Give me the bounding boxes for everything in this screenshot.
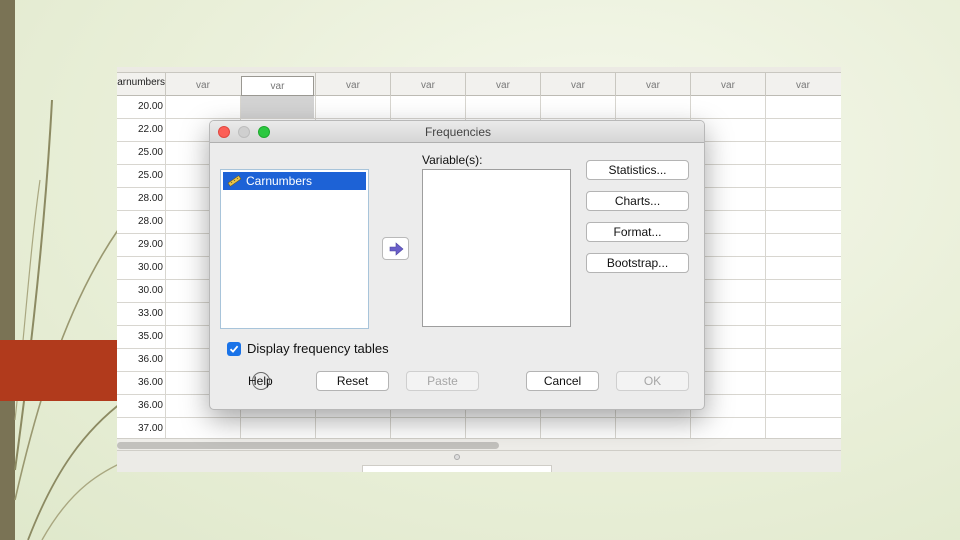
- carnumbers-cell[interactable]: 28.00: [117, 188, 163, 210]
- grid-column-line: [765, 96, 766, 438]
- carnumbers-cell[interactable]: 29.00: [117, 234, 163, 256]
- column-header-var-5[interactable]: var: [465, 73, 540, 96]
- grid-column-line: [165, 96, 166, 438]
- carnumbers-cell[interactable]: 36.00: [117, 372, 163, 394]
- dialog-titlebar: Frequencies: [210, 121, 704, 143]
- carnumbers-cell[interactable]: 30.00: [117, 257, 163, 279]
- paste-button: Paste: [406, 371, 479, 391]
- carnumbers-cell[interactable]: 35.00: [117, 326, 163, 348]
- splitter-handle[interactable]: [454, 454, 460, 460]
- column-header-carnumbers[interactable]: Carnumbers: [117, 73, 165, 96]
- slide-accent-tab: [0, 340, 117, 401]
- statistics-button[interactable]: Statistics...: [586, 160, 689, 180]
- scrollbar-thumb[interactable]: [117, 442, 499, 449]
- carnumbers-cell[interactable]: 30.00: [117, 280, 163, 302]
- column-header-var-9[interactable]: var: [765, 73, 840, 96]
- carnumbers-cell[interactable]: 22.00: [117, 119, 163, 141]
- view-tabs-bar: [117, 450, 841, 472]
- dialog-title: Frequencies: [424, 125, 492, 139]
- carnumbers-cell[interactable]: 28.00: [117, 211, 163, 233]
- column-header-var-2[interactable]: var: [241, 76, 314, 96]
- frequencies-dialog: Frequencies Carnumbers Variable(s): Stat…: [209, 120, 705, 410]
- column-header-var-6[interactable]: var: [540, 73, 615, 96]
- arrow-right-icon: [389, 242, 404, 256]
- cancel-button[interactable]: Cancel: [526, 371, 599, 391]
- source-item-label: Carnumbers: [246, 174, 313, 188]
- carnumbers-cell[interactable]: 25.00: [117, 165, 163, 187]
- source-item-carnumbers[interactable]: Carnumbers: [223, 172, 366, 190]
- reset-button[interactable]: Reset: [316, 371, 389, 391]
- view-tab[interactable]: [362, 465, 552, 472]
- charts-button[interactable]: Charts...: [586, 191, 689, 211]
- checkmark-icon: [229, 345, 239, 353]
- format-button[interactable]: Format...: [586, 222, 689, 242]
- display-frequency-tables-label: Display frequency tables: [247, 341, 389, 356]
- display-frequency-tables-checkbox[interactable]: [227, 342, 241, 356]
- table-row: 20.00: [117, 96, 841, 119]
- horizontal-scrollbar[interactable]: [117, 438, 841, 450]
- ok-button: OK: [616, 371, 689, 391]
- move-to-variables-button[interactable]: [382, 237, 409, 260]
- variables-label: Variable(s):: [422, 153, 483, 167]
- column-header-var-7[interactable]: var: [615, 73, 690, 96]
- bootstrap-button[interactable]: Bootstrap...: [586, 253, 689, 273]
- column-header-var-3[interactable]: var: [315, 73, 390, 96]
- ruler-icon: [227, 175, 242, 187]
- carnumbers-cell[interactable]: 36.00: [117, 395, 163, 417]
- carnumbers-cell[interactable]: 20.00: [117, 96, 163, 118]
- help-label[interactable]: Help: [248, 374, 273, 388]
- column-header-var-8[interactable]: var: [690, 73, 765, 96]
- source-variable-list[interactable]: Carnumbers: [220, 169, 369, 329]
- carnumbers-cell[interactable]: 36.00: [117, 349, 163, 371]
- column-header-var-4[interactable]: var: [390, 73, 465, 96]
- carnumbers-cell[interactable]: 33.00: [117, 303, 163, 325]
- carnumbers-cell[interactable]: 37.00: [117, 418, 163, 440]
- column-header-var-1[interactable]: var: [165, 73, 240, 96]
- carnumbers-cell[interactable]: 25.00: [117, 142, 163, 164]
- variables-list[interactable]: [422, 169, 571, 327]
